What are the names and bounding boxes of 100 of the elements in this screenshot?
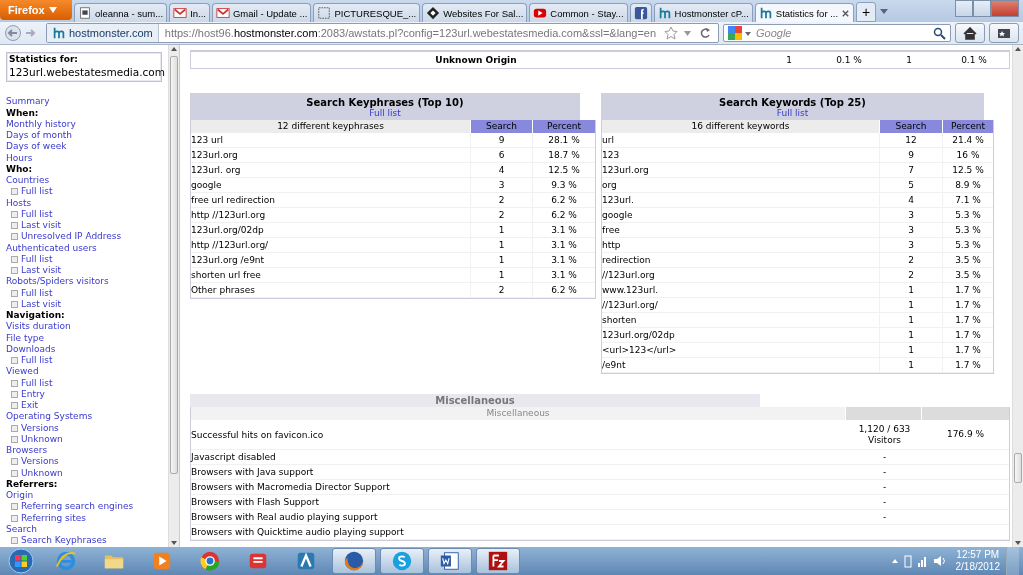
tab-favicon-icon	[758, 6, 773, 20]
table-cell-text: Browsers with Java support	[191, 467, 315, 477]
search-bar[interactable]: Google	[723, 24, 951, 42]
taskbar-app-icon[interactable]	[380, 548, 424, 574]
table-cell: free url redirection	[191, 193, 470, 208]
sidebar-sublink[interactable]: Exit	[21, 400, 39, 412]
sidebar-sublink[interactable]: Unknown	[21, 433, 63, 445]
sidebar-link[interactable]: Origin	[6, 490, 34, 502]
column-header: Search	[470, 120, 532, 133]
sidebar-link[interactable]: Viewed	[6, 366, 39, 378]
sidebar-sublink[interactable]: Unresolved IP Address	[21, 231, 122, 243]
browser-tab[interactable]: In...	[169, 3, 210, 22]
taskbar-app-icon[interactable]	[332, 548, 376, 574]
site-identity[interactable]: hostmonster.com	[47, 24, 159, 42]
table-cell: 3.1 %	[532, 268, 595, 283]
sidebar-link[interactable]: Summary	[6, 96, 50, 108]
sidebar-sublink[interactable]: Versions	[21, 456, 59, 468]
table-cell: 123url. org	[191, 163, 470, 178]
bookmarks-button[interactable]	[989, 23, 1019, 43]
sidebar-sublink[interactable]: Full list	[21, 287, 53, 299]
sidebar-link[interactable]: Hours	[6, 152, 33, 164]
bullet-icon	[11, 458, 18, 466]
scrollbar[interactable]	[168, 45, 179, 547]
browser-tab[interactable]: Websites For Sal...	[422, 3, 528, 22]
table-cell: 6	[470, 148, 532, 163]
address-bar[interactable]: hostmonster.com https://host96.hostmonster.com:2083/awstats.pl?config=123url.webestatesmedia.com&ssl=&lang=en	[46, 23, 719, 43]
sidebar-sublink[interactable]: Full list	[21, 208, 53, 220]
sidebar-sublink[interactable]: Referring sites	[21, 512, 87, 524]
sidebar-sublink[interactable]: Full list	[21, 253, 53, 265]
scroll-thumb[interactable]	[1014, 453, 1022, 483]
table-cell: 7	[879, 163, 942, 178]
sidebar-sublink[interactable]: Full list	[21, 186, 53, 198]
sidebar-sublink[interactable]: Referring search engines	[21, 501, 134, 513]
table-cell: 176.9 %	[946, 429, 985, 440]
sidebar-sublink[interactable]: Entry	[21, 388, 45, 400]
table-cell-text: Browsers with Flash Support	[191, 497, 320, 507]
table-cell: 123url.org /e9nt	[191, 253, 470, 268]
table-cell: 5	[879, 178, 942, 193]
close-icon[interactable]	[841, 8, 851, 18]
tab-favicon-icon	[657, 6, 672, 20]
sidebar-link[interactable]: Robots/Spiders visitors	[6, 276, 109, 288]
statistics-label: Statistics for:	[9, 54, 79, 66]
table-cell: 2	[470, 208, 532, 223]
sidebar-link[interactable]: Operating Systems	[6, 411, 93, 423]
table-cell: shorten url free	[191, 268, 470, 283]
table-cell: 9.3 %	[532, 178, 595, 193]
search-engine-icon[interactable]	[728, 26, 752, 40]
minimize-button[interactable]	[955, 0, 973, 17]
browser-tab[interactable]	[629, 3, 652, 22]
browser-tab[interactable]: Statistics for ...	[754, 3, 855, 22]
table-cell: 9	[470, 133, 532, 148]
taskbar-app-icon[interactable]	[476, 548, 520, 574]
sidebar-sublink[interactable]: Last visit	[21, 265, 62, 277]
table-cell: 3.1 %	[532, 253, 595, 268]
table-cell: 7.1 %	[942, 193, 993, 208]
sidebar-link[interactable]: Downloads	[6, 343, 56, 355]
taskbar-app-icon[interactable]	[428, 548, 472, 574]
tab-list-icon[interactable]	[878, 7, 891, 15]
new-tab-button[interactable]: +	[856, 2, 877, 22]
browser-tab[interactable]: oleanna - sum...	[74, 3, 168, 22]
sidebar-link[interactable]: Browsers	[6, 445, 48, 457]
scrollbar[interactable]	[1012, 45, 1023, 547]
maximize-button[interactable]	[973, 0, 991, 17]
table-cell: 1	[470, 238, 532, 253]
sidebar-sublink[interactable]: Unknown	[21, 467, 63, 479]
full-list-link[interactable]: Full list	[776, 108, 809, 118]
sidebar-link[interactable]: Countries	[6, 175, 50, 187]
sidebar-link[interactable]: Days of month	[6, 130, 73, 142]
browser-tab[interactable]: Common - Stay...	[529, 3, 628, 22]
sidebar-link[interactable]: Hosts	[6, 197, 32, 209]
sidebar-link[interactable]: Visits duration	[6, 321, 71, 333]
full-list-link[interactable]: Full list	[369, 108, 401, 118]
tab-favicon-icon	[426, 6, 441, 20]
table-cell: 12	[879, 133, 942, 148]
sidebar-sublink[interactable]: Search Keyphrases	[21, 535, 107, 547]
sidebar-link[interactable]: File type	[6, 332, 45, 344]
browser-tab[interactable]: Hostmonster cP...	[653, 3, 753, 22]
column-header: Miscellaneous	[191, 407, 845, 420]
table-cell: <url>123</url>	[602, 343, 879, 358]
browser-tab[interactable]: Gmail - Update ...	[211, 3, 312, 22]
column-header: 12 different keyphrases	[191, 120, 470, 133]
sidebar-sublink[interactable]: Last visit	[21, 220, 62, 232]
scroll-thumb[interactable]	[170, 56, 178, 474]
sidebar-link[interactable]: Search	[6, 523, 37, 535]
table-cell: http	[602, 238, 879, 253]
sidebar-link[interactable]: Authenticated users	[6, 242, 97, 254]
sidebar-link[interactable]: Days of week	[6, 141, 67, 153]
sidebar-sublink[interactable]: Full list	[21, 355, 53, 367]
bullet-icon	[11, 233, 18, 241]
sidebar-sublink[interactable]: Full list	[21, 377, 53, 389]
search-icon[interactable]	[933, 26, 946, 40]
table-cell-text: Unknown Origin	[434, 55, 518, 65]
sidebar-sublink[interactable]: Last visit	[21, 298, 62, 310]
sidebar-link[interactable]: Monthly history	[6, 118, 76, 130]
browser-tab[interactable]: PICTURESQUE_...	[313, 3, 421, 22]
sidebar-sublink[interactable]: Versions	[21, 422, 59, 434]
table-cell-text: Browsers with Real audio playing support	[191, 512, 379, 522]
home-button[interactable]	[955, 23, 985, 43]
bullet-icon	[11, 357, 18, 365]
table-cell: google	[191, 178, 470, 193]
